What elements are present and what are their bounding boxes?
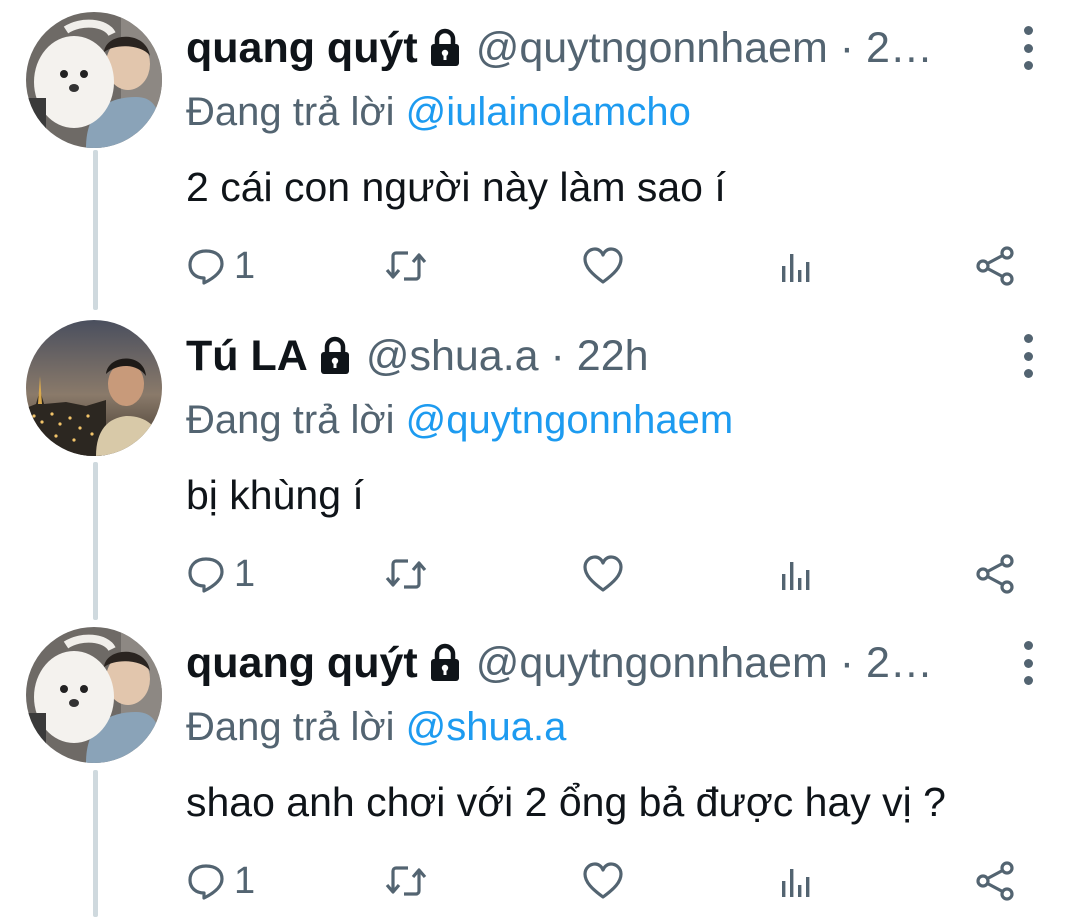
handle-time[interactable]: @quytngonnhaem · 2… [476,635,933,691]
views-button[interactable] [778,546,814,602]
replying-to: Đang trả lời @quytngonnhaem [186,394,733,446]
mention-link[interactable]: @quytngonnhaem [406,398,734,442]
tweet[interactable]: Tú LA @shua.a · 22h Đang trả lời @quytng… [0,320,1080,620]
analytics-icon [782,869,810,897]
display-name[interactable]: quang quýt [186,20,418,76]
mention-link[interactable]: @shua.a [406,705,567,749]
reply-count: 1 [234,859,256,902]
display-name[interactable]: quang quýt [186,635,418,691]
views-button[interactable] [778,853,814,909]
like-button[interactable] [582,238,624,294]
reply-icon [188,249,224,285]
reply-icon [188,864,224,900]
replying-label: Đang trả lời [186,398,395,442]
tweet-actions: 1 [186,853,1016,909]
share-icon [976,554,1014,594]
retweet-icon [385,251,427,281]
avatar[interactable] [26,627,162,763]
more-icon[interactable] [1022,641,1034,685]
retweet-icon [385,559,427,589]
retweet-icon [385,866,427,896]
replying-label: Đang trả lời [186,705,395,749]
tweet-header: quang quýt @quytngonnhaem · 2… [186,635,1000,691]
reply-button[interactable]: 1 [186,853,255,909]
reply-icon [188,557,224,593]
replying-label: Đang trả lời [186,90,395,134]
heart-icon [583,862,623,899]
reply-count: 1 [234,552,256,595]
retweet-button[interactable] [384,853,428,909]
analytics-icon [782,254,810,282]
retweet-button[interactable] [384,546,428,602]
share-button[interactable] [974,853,1016,909]
like-button[interactable] [582,546,624,602]
tweet-header: quang quýt @quytngonnhaem · 2… [186,20,1000,76]
share-button[interactable] [974,546,1016,602]
retweet-button[interactable] [384,238,428,294]
tweet-text: shao anh chơi với 2 ổng bả được hay vị ? [186,779,946,825]
mention-link[interactable]: @iulainolamcho [406,90,691,134]
replying-to: Đang trả lời @iulainolamcho [186,86,691,138]
tweet-actions: 1 [186,546,1016,602]
handle-time[interactable]: @shua.a · 22h [366,328,649,384]
lock-icon [430,28,459,66]
share-icon [976,246,1014,286]
share-icon [976,861,1014,901]
reply-button[interactable]: 1 [186,238,255,294]
share-button[interactable] [974,238,1016,294]
tweet[interactable]: quang quýt @quytngonnhaem · 2… Đang trả … [0,12,1080,312]
analytics-icon [782,562,810,590]
display-name[interactable]: Tú LA [186,328,308,384]
tweet-header: Tú LA @shua.a · 22h [186,328,1000,384]
lock-icon [430,643,459,681]
reply-button[interactable]: 1 [186,546,255,602]
views-button[interactable] [778,238,814,294]
lock-icon [320,336,349,374]
tweet-text: bị khùng í [186,472,364,518]
replying-to: Đang trả lời @shua.a [186,701,566,753]
tweet[interactable]: quang quýt @quytngonnhaem · 2… Đang trả … [0,627,1080,917]
avatar[interactable] [26,320,162,456]
handle-time[interactable]: @quytngonnhaem · 2… [476,20,933,76]
tweet-actions: 1 [186,238,1016,294]
avatar[interactable] [26,12,162,148]
more-icon[interactable] [1022,334,1034,378]
reply-count: 1 [234,244,256,287]
more-icon[interactable] [1022,26,1034,70]
heart-icon [583,247,623,284]
heart-icon [583,555,623,592]
tweet-text: 2 cái con người này làm sao í [186,164,726,210]
like-button[interactable] [582,853,624,909]
